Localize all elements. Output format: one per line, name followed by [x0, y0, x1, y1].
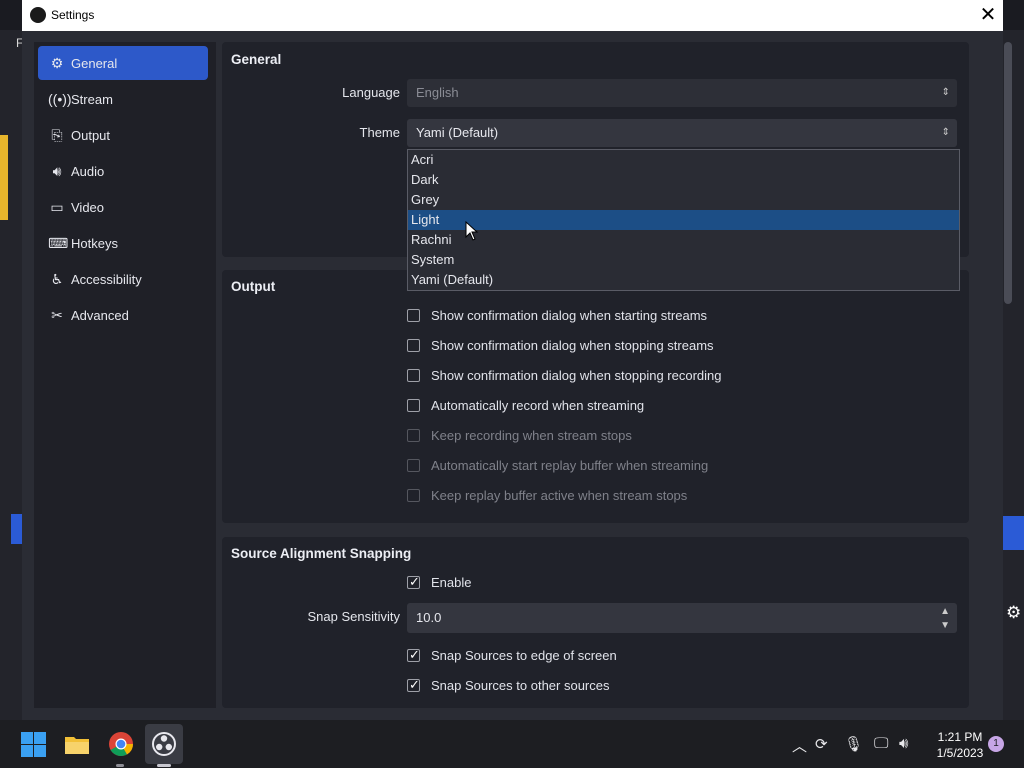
clock-time: 1:21 PM — [937, 730, 983, 744]
checkbox-label: Automatically start replay buffer when s… — [431, 458, 709, 473]
snap-sensitivity-label: Snap Sensitivity — [307, 609, 401, 624]
checkbox-label: Show confirmation dialog when stopping r… — [431, 368, 722, 383]
language-value: English — [416, 85, 459, 100]
background-left-panel — [0, 30, 22, 720]
obs-taskbar-button[interactable] — [145, 724, 183, 764]
running-indicator — [116, 764, 124, 767]
sidebar-item-label: Advanced — [71, 308, 129, 323]
output-title: Output — [231, 279, 276, 294]
scrollbar[interactable] — [1004, 42, 1012, 304]
taskbar: ︿ ⟳ 🎙︎ 🖵︎ 🔊︎ 1:21 PM 1/5/2023 1 — [0, 720, 1024, 768]
background-blue-button — [1003, 516, 1024, 550]
sidebar-item-stream[interactable]: ((•))Stream — [38, 82, 208, 116]
settings-sidebar: ⚙ General ((•))Stream ⎘ Output 🔊︎ Audio ▭ Vi… — [34, 42, 216, 708]
active-indicator — [157, 764, 171, 767]
spin-arrows-icon[interactable]: ▲ ▼ — [940, 605, 950, 633]
checkbox — [407, 429, 420, 442]
sidebar-item-label: General — [71, 56, 118, 71]
updown-arrows-icon: ⇕ — [941, 87, 950, 98]
theme-label: Theme — [359, 125, 400, 140]
system-clock[interactable]: 1:21 PM 1/5/2023 — [930, 729, 990, 761]
sidebar-item-label: Output — [71, 128, 111, 143]
checkbox-label: Keep replay buffer active when stream st… — [431, 488, 688, 503]
checkbox[interactable] — [407, 647, 420, 663]
sidebar-item-label: Video — [71, 200, 105, 215]
settings-content: General Language English ⇕ Theme Yami (D… — [222, 42, 969, 708]
checkbox[interactable] — [407, 309, 420, 322]
mouse-cursor-icon — [465, 221, 479, 241]
checkbox-label: Snap Sources to edge of screen — [431, 648, 617, 663]
checkbox-label: Show confirmation dialog when starting s… — [431, 308, 708, 323]
theme-select[interactable]: Yami (Default) ⇕ — [407, 119, 957, 147]
volume-icon[interactable]: 🔊︎ — [899, 735, 908, 752]
notification-badge[interactable]: 1 — [988, 736, 1004, 752]
checkbox[interactable] — [407, 677, 420, 693]
language-select: English ⇕ — [407, 79, 957, 107]
obs-logo-icon — [30, 7, 46, 23]
sidebar-item-general[interactable]: ⚙ General — [38, 46, 208, 80]
file-explorer-icon[interactable] — [63, 730, 91, 758]
gear-icon: ⚙ — [1006, 603, 1022, 622]
obs-icon — [152, 732, 176, 756]
antenna-icon: ((•)) — [48, 91, 72, 107]
gear-icon: ⚙ — [50, 55, 64, 71]
close-button[interactable]: ✕ — [973, 0, 1003, 31]
checkbox[interactable] — [407, 369, 420, 382]
snap-sensitivity-spinbox[interactable]: 10.0 ▲ ▼ — [407, 603, 957, 633]
theme-value: Yami (Default) — [416, 125, 499, 140]
theme-option[interactable]: System — [408, 250, 959, 270]
network-icon[interactable]: 🖵︎ — [874, 735, 888, 752]
accessibility-icon: ♿︎ — [50, 271, 64, 287]
tools-icon: ✂ — [51, 307, 63, 323]
checkbox[interactable] — [407, 399, 420, 412]
sidebar-item-hotkeys[interactable]: ⌨ Hotkeys — [38, 226, 208, 260]
checkbox-label: Show confirmation dialog when stopping s… — [431, 338, 714, 353]
general-title: General — [231, 52, 282, 67]
checkbox-label: Snap Sources to other sources — [431, 678, 610, 693]
windows-start-icon[interactable] — [19, 730, 47, 758]
background-yellow-element — [0, 135, 8, 220]
language-label: Language — [342, 85, 400, 100]
monitor-icon: ▭ — [50, 199, 64, 215]
snapping-title: Source Alignment Snapping — [231, 546, 412, 561]
sidebar-item-advanced[interactable]: ✂ Advanced — [38, 298, 208, 332]
checkbox[interactable] — [407, 574, 420, 590]
output-group: Output Show confirmation dialog when sta… — [222, 270, 969, 523]
theme-dropdown-list: Acri Dark Grey Light Rachni System Yami … — [407, 149, 960, 291]
checkbox — [407, 459, 420, 472]
checkbox-label: Automatically record when streaming — [431, 398, 645, 413]
theme-option-highlighted[interactable]: Light — [408, 210, 959, 230]
chevron-up-icon[interactable]: ︿ — [792, 735, 807, 756]
window-title: Settings — [51, 8, 95, 22]
keyboard-icon: ⌨ — [48, 235, 69, 251]
sidebar-item-label: Stream — [71, 92, 113, 107]
checkbox-label: Keep recording when stream stops — [431, 428, 632, 443]
updown-arrows-icon: ⇕ — [941, 127, 950, 138]
settings-window: Settings ✕ ⚙ General ((•))Stream ⎘ Output … — [22, 0, 1012, 720]
checkbox[interactable] — [407, 339, 420, 352]
clock-date: 1/5/2023 — [936, 746, 984, 760]
speaker-icon: 🔊︎ — [52, 163, 62, 179]
checkbox — [407, 489, 420, 502]
sidebar-item-accessibility[interactable]: ♿︎ Accessibility — [38, 262, 208, 296]
chrome-icon[interactable] — [107, 730, 135, 758]
theme-option[interactable]: Rachni — [408, 230, 959, 250]
snap-sensitivity-value: 10.0 — [416, 610, 442, 625]
output-icon: ⎘ — [51, 127, 63, 143]
title-bar: Settings ✕ — [22, 0, 1003, 31]
snapping-group: Source Alignment Snapping Enable Snap Se… — [222, 537, 969, 708]
sidebar-item-label: Accessibility — [71, 272, 142, 287]
sidebar-item-label: Audio — [71, 164, 105, 179]
sidebar-item-label: Hotkeys — [71, 236, 118, 251]
theme-option[interactable]: Yami (Default) — [408, 270, 959, 290]
microphone-icon[interactable]: 🎙︎ — [844, 735, 863, 753]
sidebar-item-video[interactable]: ▭ Video — [38, 190, 208, 224]
theme-option[interactable]: Grey — [408, 190, 959, 210]
theme-option[interactable]: Dark — [408, 170, 959, 190]
sync-icon[interactable]: ⟳ — [815, 735, 828, 753]
sidebar-item-audio[interactable]: 🔊︎ Audio — [38, 154, 208, 188]
sidebar-item-output[interactable]: ⎘ Output — [38, 118, 208, 152]
checkbox-label: Enable — [431, 575, 472, 590]
theme-option[interactable]: Acri — [408, 150, 959, 170]
